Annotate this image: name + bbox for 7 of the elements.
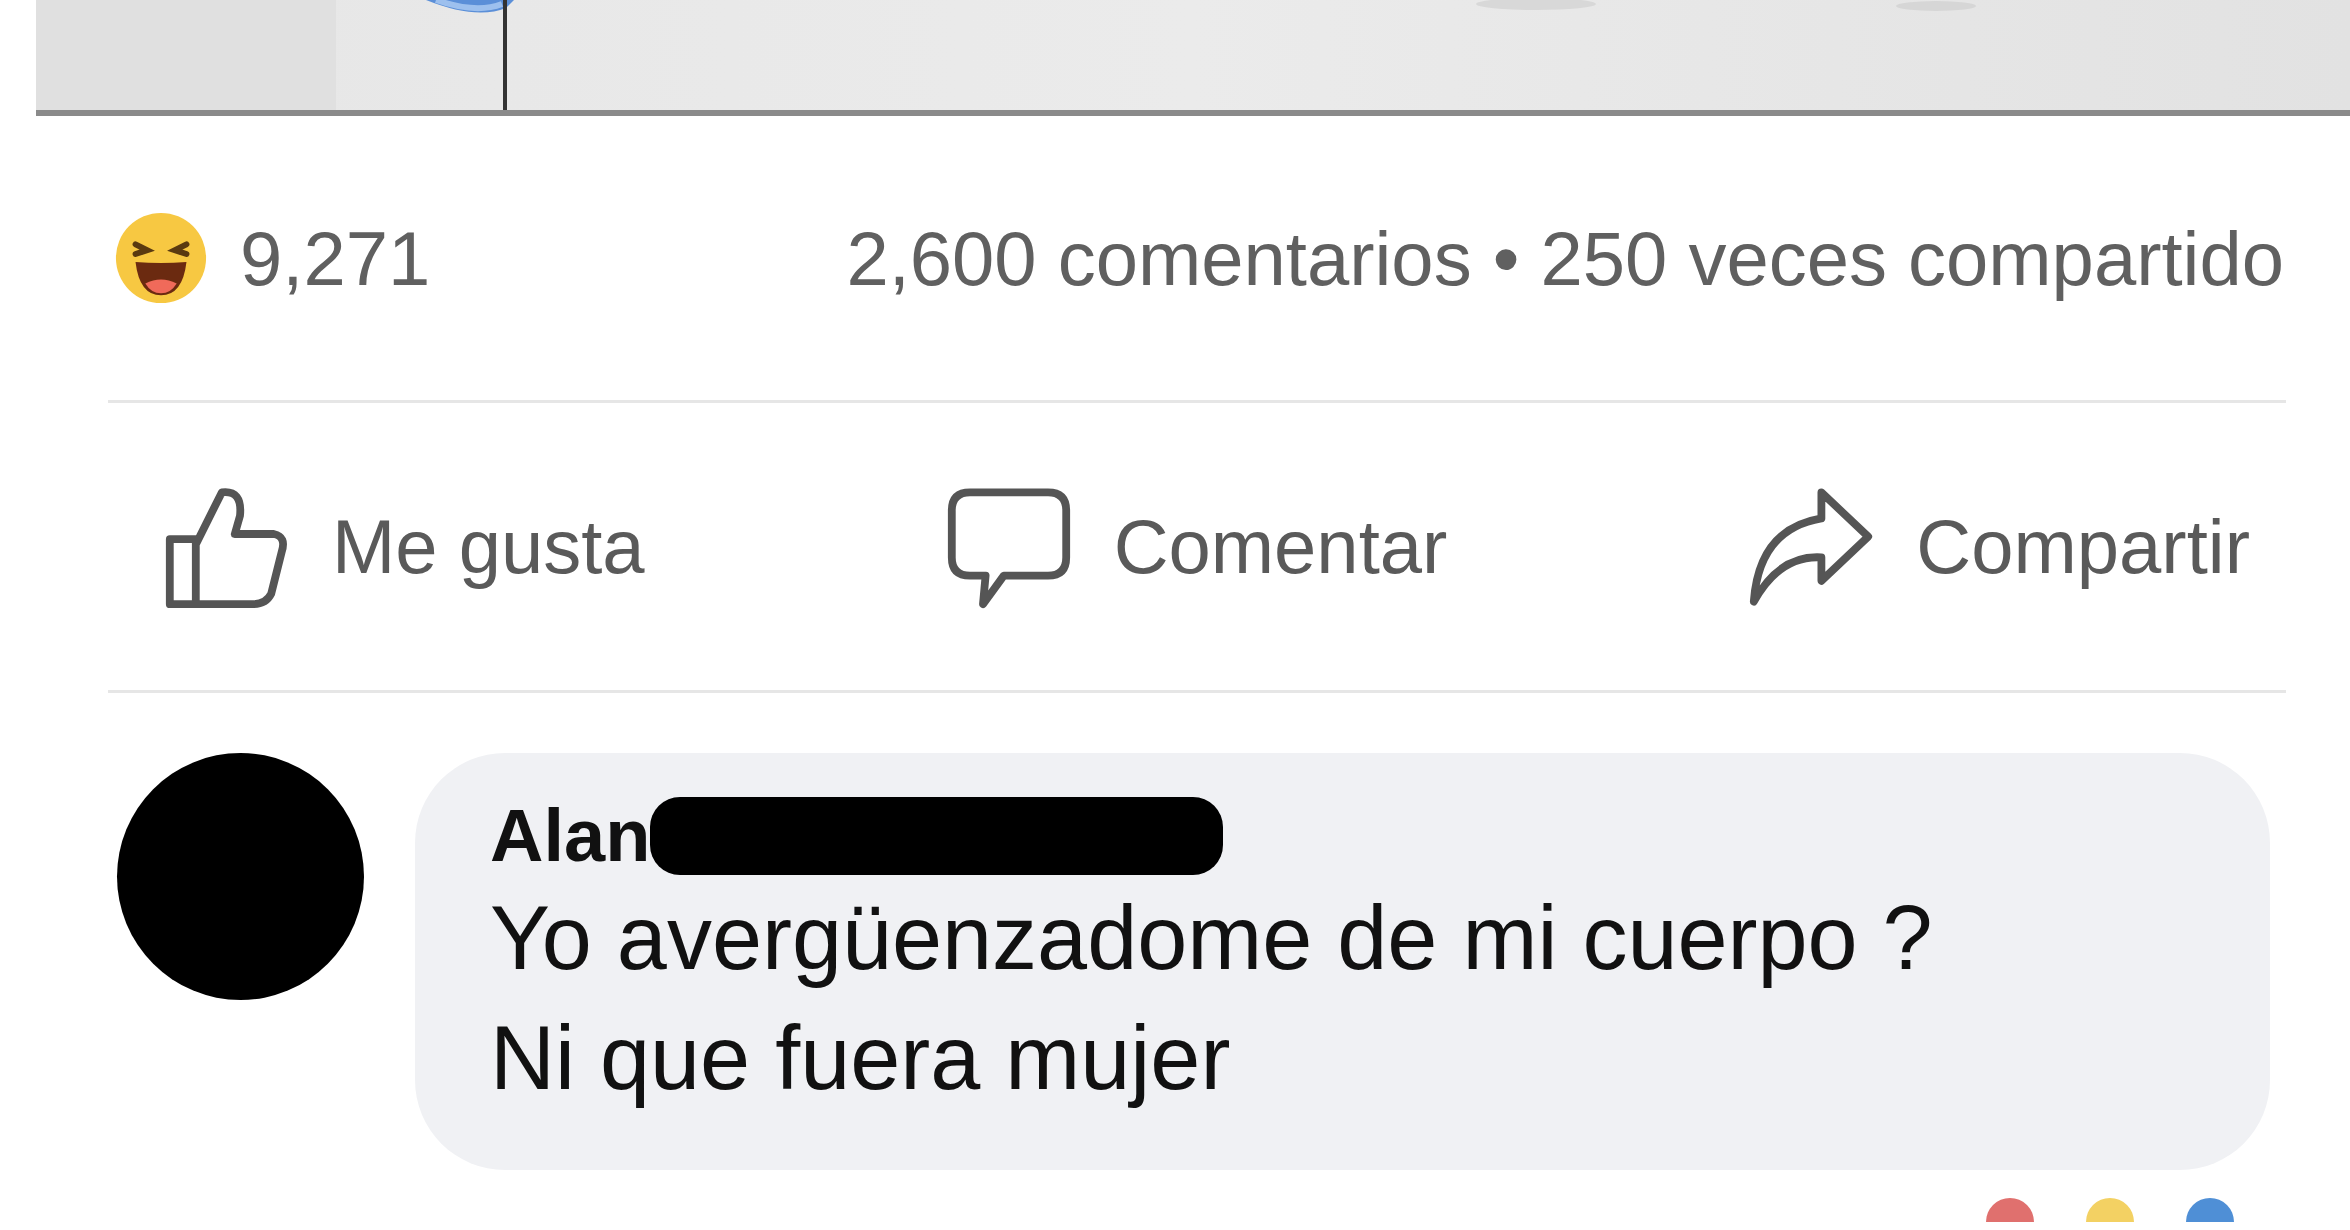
- comment-text: Yo avergüenzadome de mi cuerpo ? Ni que fuera mujer: [490, 887, 1934, 1110]
- comments-shares-count[interactable]: 2,600 comentarios • 250 veces compartido: [846, 214, 2284, 302]
- reaction-count: 9,271: [240, 214, 431, 302]
- like-button[interactable]: Me gusta: [162, 481, 645, 612]
- comment-button[interactable]: Comentar: [943, 481, 1448, 612]
- comment-author[interactable]: Alan: [490, 793, 651, 878]
- share-button[interactable]: Compartir: [1746, 481, 2250, 612]
